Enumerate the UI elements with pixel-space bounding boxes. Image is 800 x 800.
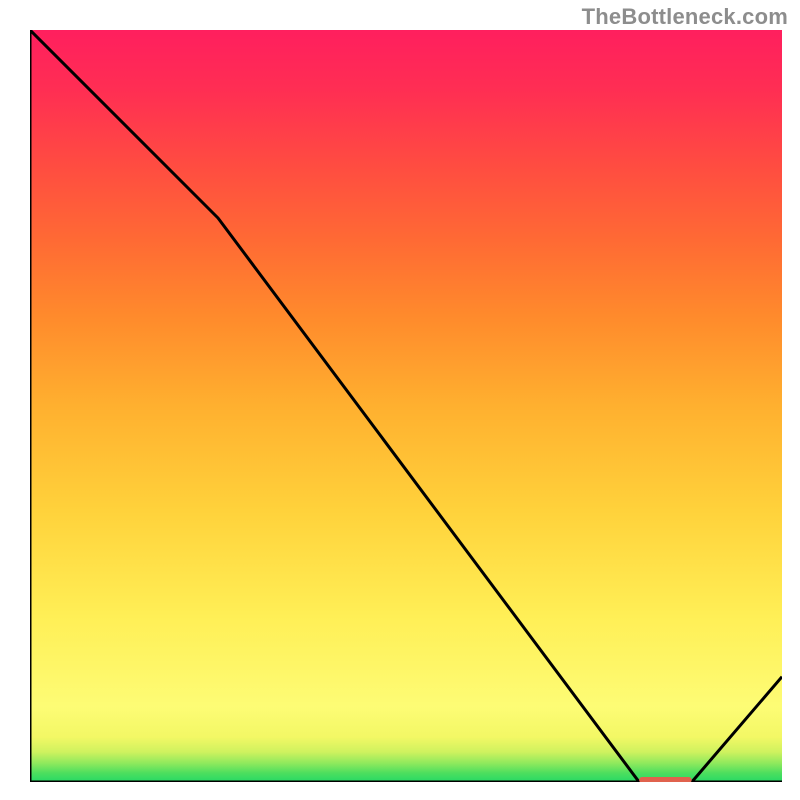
plot-overlay [30, 30, 782, 782]
trend-line [30, 30, 782, 782]
chart-container: TheBottleneck.com [0, 0, 800, 800]
plot-area [30, 30, 782, 782]
min-marker [639, 777, 692, 782]
watermark-text: TheBottleneck.com [582, 4, 788, 30]
